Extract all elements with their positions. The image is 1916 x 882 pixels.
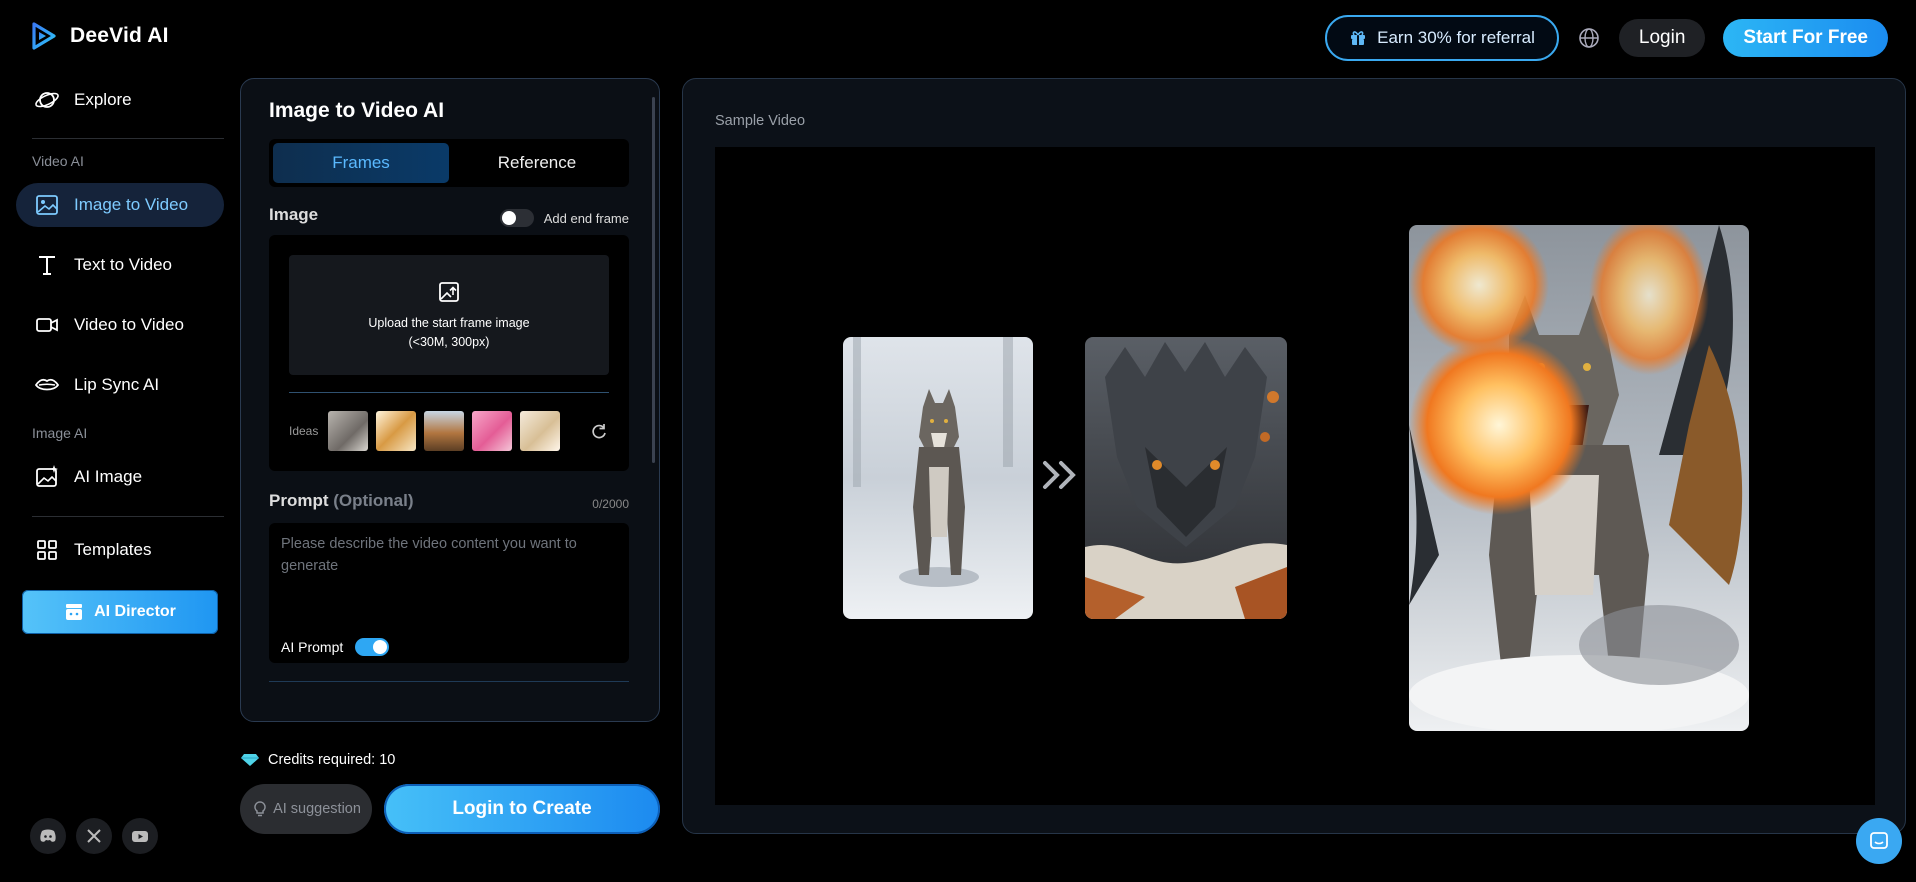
- diamond-icon: [241, 754, 259, 766]
- idea-thumbnail[interactable]: [424, 411, 465, 451]
- ideas-label: Ideas: [289, 424, 319, 438]
- support-chat-button[interactable]: [1856, 818, 1902, 864]
- prompt-label-text: Prompt: [269, 491, 329, 510]
- ai-suggestion-label: AI suggestion: [273, 801, 361, 817]
- image-icon: [36, 195, 58, 215]
- grid-icon: [37, 540, 57, 560]
- end-frame-label: Add end frame: [543, 210, 629, 226]
- lightbulb-icon: [254, 801, 266, 817]
- prompt-optional-text: (Optional): [333, 491, 414, 510]
- prompt-label: Prompt (Optional): [269, 491, 414, 511]
- ai-suggestion-button[interactable]: AI suggestion: [240, 784, 372, 834]
- ai-prompt-toggle[interactable]: [355, 638, 390, 656]
- header-actions: Earn 30% for referral Login Start For Fr…: [1325, 15, 1888, 61]
- ai-director-button[interactable]: AI Director: [22, 590, 218, 634]
- gift-icon: [1351, 31, 1366, 45]
- generation-form-panel: Image to Video AI Frames Reference Image…: [240, 78, 660, 722]
- planet-icon: [35, 92, 59, 108]
- ai-image-icon: [36, 465, 58, 487]
- sidebar-item-label: Text to Video: [74, 255, 172, 274]
- divider: [289, 392, 609, 393]
- text-icon: [39, 256, 55, 275]
- divider: [269, 681, 629, 682]
- sidebar-item-explore[interactable]: Explore: [16, 78, 224, 122]
- upload-limits: (<30M, 300px): [408, 335, 490, 349]
- sample-start-frame-image: [843, 337, 1033, 619]
- ai-director-label: AI Director: [94, 603, 176, 620]
- sidebar-item-image-to-video[interactable]: Image to Video: [16, 183, 224, 227]
- sidebar-item-templates[interactable]: Templates: [16, 528, 224, 572]
- tab-frames[interactable]: Frames: [273, 143, 449, 183]
- sidebar-item-ai-image[interactable]: AI Image: [16, 455, 224, 499]
- sidebar-item-lip-sync[interactable]: Lip Sync AI: [16, 363, 224, 407]
- ai-prompt-label: AI Prompt: [281, 639, 344, 655]
- login-to-create-button[interactable]: Login to Create: [384, 784, 660, 834]
- double-chevron-right-icon: [1043, 461, 1076, 489]
- end-frame-toggle[interactable]: [499, 209, 534, 227]
- section-image-ai: Image AI: [32, 425, 88, 441]
- sidebar-item-label: Explore: [74, 90, 132, 109]
- upload-dropzone[interactable]: Upload the start frame image (<30M, 300p…: [289, 255, 609, 375]
- youtube-link[interactable]: [122, 818, 158, 854]
- video-camera-icon: [36, 318, 58, 332]
- referral-button[interactable]: Earn 30% for referral: [1325, 15, 1559, 61]
- login-button[interactable]: Login: [1618, 19, 1706, 57]
- prompt-textarea[interactable]: Please describe the video content you wa…: [269, 523, 629, 663]
- panel-title: Image to Video AI: [269, 99, 445, 122]
- ideas-row: Ideas: [289, 411, 561, 451]
- discord-icon: [40, 829, 56, 842]
- sample-result-video-frame: [1409, 225, 1749, 731]
- form-scrollbar[interactable]: [652, 97, 655, 463]
- ai-prompt-control: AI Prompt: [281, 638, 390, 656]
- sidebar-item-label: Video to Video: [74, 315, 184, 334]
- credits-text: Credits required: 10: [268, 752, 396, 768]
- idea-thumbnail[interactable]: [376, 411, 417, 451]
- idea-thumbnail[interactable]: [520, 411, 561, 451]
- upload-instruction: Upload the start frame image: [368, 316, 530, 330]
- start-for-free-button[interactable]: Start For Free: [1723, 19, 1888, 57]
- sample-video-player[interactable]: [715, 147, 1875, 805]
- tab-reference[interactable]: Reference: [449, 143, 625, 183]
- lips-icon: [34, 378, 60, 391]
- refresh-ideas-icon[interactable]: [589, 421, 609, 441]
- sample-video-panel: Sample Video: [682, 78, 1906, 834]
- image-section-label: Image: [269, 205, 319, 224]
- prompt-placeholder: Please describe the video content you wa…: [281, 536, 577, 574]
- sidebar-item-text-to-video[interactable]: Text to Video: [16, 243, 224, 287]
- youtube-icon: [132, 831, 148, 842]
- sample-video-label: Sample Video: [715, 113, 806, 129]
- language-globe-icon[interactable]: [1577, 26, 1601, 50]
- credits-info: Credits required: 10: [240, 752, 395, 768]
- image-upload-icon: [439, 282, 459, 302]
- x-link[interactable]: [76, 818, 112, 854]
- sidebar-item-video-to-video[interactable]: Video to Video: [16, 303, 224, 347]
- x-logo-icon: [87, 829, 101, 843]
- chat-icon: [1870, 832, 1888, 849]
- sidebar-item-label: Lip Sync AI: [74, 375, 160, 394]
- divider: [32, 516, 224, 517]
- idea-thumbnail[interactable]: [472, 411, 513, 451]
- app-logo[interactable]: DeeVid AI: [30, 22, 169, 50]
- sample-end-frame-image: [1085, 337, 1287, 619]
- divider: [32, 138, 224, 139]
- sidebar-item-label: Templates: [74, 540, 152, 559]
- app-name: DeeVid AI: [70, 24, 169, 47]
- idea-thumbnail[interactable]: [328, 411, 369, 451]
- prompt-char-counter: 0/2000: [592, 497, 629, 511]
- end-frame-control: Add end frame: [499, 209, 629, 227]
- sidebar-item-label: AI Image: [74, 467, 143, 486]
- social-links: [30, 818, 158, 854]
- referral-label: Earn 30% for referral: [1377, 28, 1535, 47]
- mode-tabs: Frames Reference: [269, 139, 629, 187]
- discord-link[interactable]: [30, 818, 66, 854]
- sidebar-item-label: Image to Video: [74, 195, 189, 214]
- section-video-ai: Video AI: [32, 153, 84, 169]
- deevid-logo-icon: [32, 22, 56, 50]
- clapperboard-icon: [66, 604, 83, 620]
- image-upload-area: Upload the start frame image (<30M, 300p…: [269, 235, 629, 471]
- sidebar: Explore Video AI Image to Video Text to …: [0, 70, 234, 882]
